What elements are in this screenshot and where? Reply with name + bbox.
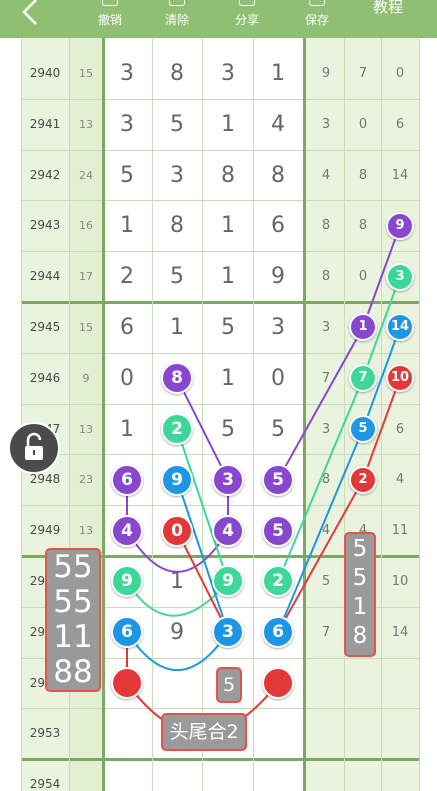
save-label: 保存 [304, 13, 329, 27]
trend-chart-board[interactable]: 2940 15 3 8 3 1 9 7 0 2941 13 3 5 1 4 3 0 6 2942 24 5 3 8 8 4 8 14… [0, 38, 437, 791]
marked-digit-ball[interactable]: 6 [262, 616, 294, 649]
share-button[interactable]: 分享 [227, 0, 267, 38]
clear-button[interactable]: 清除 [157, 0, 197, 38]
marked-digit-ball[interactable]: 6 [111, 463, 143, 496]
right-box-line: 5 [352, 565, 368, 591]
left-summary-box: 55 55 11 88 [45, 548, 101, 692]
share-icon [239, 0, 255, 6]
marked-digit-ball[interactable]: 8 [161, 362, 193, 395]
marked-digit-ball[interactable]: 5 [262, 463, 294, 496]
left-box-line: 88 [53, 654, 93, 690]
left-box-line: 55 [53, 549, 93, 585]
save-button[interactable]: 保存 [297, 0, 337, 38]
undo-icon [102, 0, 118, 6]
marked-digit-ball[interactable]: 3 [212, 463, 244, 496]
marked-digit-ball[interactable]: 4 [212, 514, 244, 547]
marked-stat-ball[interactable]: 10 [386, 364, 414, 393]
marked-digit-ball[interactable]: 3 [212, 616, 244, 649]
left-box-line: 55 [53, 584, 93, 620]
marked-stat-ball[interactable]: 2 [349, 465, 377, 494]
left-box-line: 11 [53, 619, 93, 655]
right-summary-box: 5 5 1 8 [344, 532, 376, 657]
head-tail-sum-label: 头尾合2 [161, 713, 247, 751]
marked-stat-ball[interactable]: 5 [349, 415, 377, 443]
right-box-line: 1 [352, 594, 368, 620]
marked-digit-ball[interactable]: 5 [262, 514, 294, 547]
toolbar: 撤销 清除 分享 保存 教程 [0, 0, 437, 38]
marked-digit-ball[interactable]: 4 [111, 514, 143, 547]
marked-stat-ball[interactable]: 3 [386, 262, 414, 291]
chevron-left-icon [22, 0, 37, 25]
marked-stat-ball[interactable]: 9 [386, 211, 414, 240]
undo-button[interactable]: 撤销 [90, 0, 130, 38]
marked-digit-ball[interactable] [111, 667, 143, 699]
marked-digit-ball[interactable]: 9 [161, 463, 193, 496]
mid-summary-box: 5 [216, 667, 242, 703]
right-box-line: 5 [352, 536, 368, 562]
save-icon [309, 0, 325, 6]
tutorial-button[interactable]: 教程 [358, 0, 418, 17]
marked-digit-ball[interactable] [262, 667, 294, 699]
marked-digit-ball[interactable]: 2 [161, 413, 193, 445]
back-button[interactable] [18, 0, 44, 26]
marked-digit-ball[interactable]: 6 [111, 616, 143, 649]
trash-icon [169, 0, 185, 6]
marked-digit-ball[interactable]: 0 [161, 514, 193, 547]
lock-toggle-button[interactable] [8, 422, 60, 474]
unlock-icon [25, 432, 43, 460]
share-label: 分享 [234, 13, 259, 27]
undo-label: 撤销 [97, 13, 122, 27]
marked-stat-ball[interactable]: 7 [349, 364, 377, 393]
right-box-line: 8 [352, 623, 368, 649]
clear-label: 清除 [164, 13, 189, 27]
